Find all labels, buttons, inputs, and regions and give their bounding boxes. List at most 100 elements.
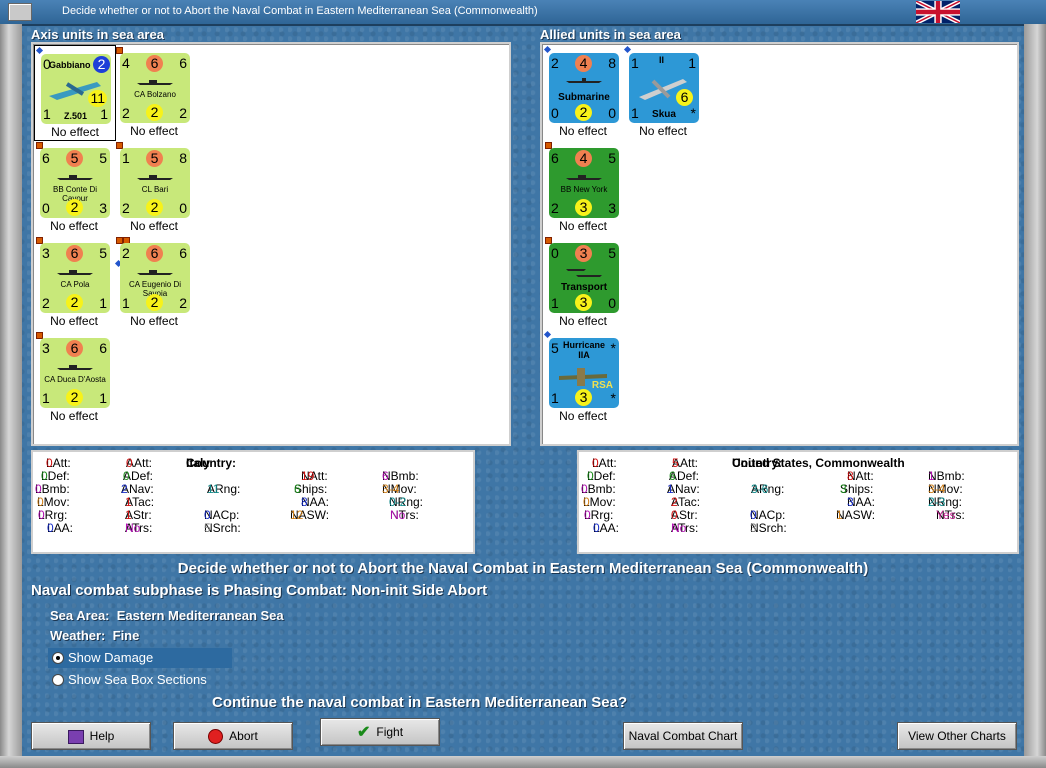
unit-cl-bari[interactable]: 1 5 8 CL Bari 2 2 0 No effect bbox=[114, 140, 194, 234]
unit-gabbiano[interactable]: 0 Gabbiano 2 11 1 Z.501 1 No effect bbox=[34, 45, 116, 141]
counter-top-right: 6 bbox=[99, 340, 107, 356]
unit-counter: 2 4 8 Submarine 0 2 0 bbox=[549, 53, 619, 123]
unit-effect: No effect bbox=[130, 314, 178, 328]
counter-bottom-center: 2 bbox=[146, 294, 163, 311]
unit-ca-pola[interactable]: 3 6 5 CA Pola 2 2 1 No effect bbox=[34, 235, 114, 329]
unit-hurricane-iia[interactable]: 5 Hurricane IIA * RSA 1 3 * No effect bbox=[543, 330, 623, 424]
window-frame-right bbox=[1024, 24, 1046, 768]
unit-ca-eugenio-di-savoia[interactable]: 2 6 6 CA Eugenio Di Savoia 1 2 2 No effe… bbox=[114, 235, 194, 329]
abort-button[interactable]: Abort bbox=[173, 722, 293, 750]
unit-name: Hurricane IIA bbox=[562, 340, 606, 360]
unit-counter: 4 6 6 CA Bolzano 2 2 2 bbox=[120, 53, 190, 123]
unit-counter: 6 5 5 BB Conte Di Cavour 0 2 3 bbox=[40, 148, 110, 218]
counter-bottom-center: 2 bbox=[66, 389, 83, 406]
counter-bottom-right: 2 bbox=[179, 105, 187, 121]
unit-skua[interactable]: 1 II 1 6 1 Skua * No effect bbox=[623, 45, 703, 139]
unit-counter: 1 II 1 6 1 Skua * bbox=[629, 53, 699, 123]
counter-top-right: 8 bbox=[608, 55, 616, 71]
window-frame-bottom bbox=[0, 756, 1046, 768]
allied-units-heading: Allied units in sea area bbox=[540, 27, 681, 42]
checkmark-icon: ✔ bbox=[356, 723, 371, 741]
counter-bottom-left: 1 bbox=[551, 390, 559, 406]
counter-top-right: 6 bbox=[179, 55, 187, 71]
unit-name: CL Bari bbox=[141, 185, 169, 194]
unit-marker-icon bbox=[35, 46, 44, 55]
counter-class: II bbox=[659, 55, 665, 65]
view-other-charts-button[interactable]: View Other Charts bbox=[897, 722, 1017, 750]
union-jack-flag-icon bbox=[916, 1, 960, 23]
counter-top-center: 5 bbox=[66, 150, 83, 167]
unit-ca-bolzano[interactable]: 4 6 6 CA Bolzano 2 2 2 No effect bbox=[114, 45, 194, 139]
counter-bottom-right: 1 bbox=[99, 295, 107, 311]
counter-top-left: 0 bbox=[551, 245, 559, 261]
unit-name: CA Pola bbox=[60, 280, 90, 289]
unit-type: Z.501 bbox=[64, 111, 88, 121]
help-button[interactable]: Help bbox=[31, 722, 151, 750]
system-menu-button[interactable] bbox=[8, 3, 32, 21]
counter-bottom-left: 0 bbox=[551, 105, 559, 121]
ship-silhouette-icon bbox=[57, 270, 93, 275]
counter-bottom-right: 2 bbox=[179, 295, 187, 311]
help-book-icon bbox=[67, 729, 84, 744]
unit-counter: 1 5 8 CL Bari 2 2 0 bbox=[120, 148, 190, 218]
unit-transport[interactable]: 0 3 5 Transport 1 3 0 No effect bbox=[543, 235, 623, 329]
counter-bottom-center: 2 bbox=[146, 199, 163, 216]
counter-top-right: 5 bbox=[608, 150, 616, 166]
counter-top-right: 5 bbox=[608, 245, 616, 261]
unit-ca-duca-daosta[interactable]: 3 6 6 CA Duca D'Aosta 1 2 1 No effect bbox=[34, 330, 114, 424]
unit-name: Skua bbox=[652, 109, 676, 120]
main-message: Decide whether or not to Abort the Naval… bbox=[177, 560, 869, 577]
fight-button[interactable]: ✔ Fight bbox=[320, 718, 440, 746]
counter-bottom-left: 2 bbox=[122, 200, 130, 216]
counter-top-center: 5 bbox=[146, 150, 163, 167]
counter-top-right: 6 bbox=[179, 245, 187, 261]
unit-name: CA Duca D'Aosta bbox=[44, 375, 106, 384]
unit-counter: 6 4 5 BB New York 2 3 3 bbox=[549, 148, 619, 218]
counter-top-center: 4 bbox=[575, 150, 592, 167]
show-sea-box-label: Show Sea Box Sections bbox=[68, 672, 207, 687]
counter-bottom-left: 0 bbox=[42, 200, 50, 216]
show-damage-option[interactable]: Show Damage bbox=[48, 648, 232, 668]
unit-counter: 0 3 5 Transport 1 3 0 bbox=[549, 243, 619, 313]
unit-counter: 0 Gabbiano 2 11 1 Z.501 1 bbox=[41, 54, 111, 124]
unit-submarine[interactable]: 2 4 8 Submarine 0 2 0 No effect bbox=[543, 45, 623, 139]
counter-top-center: 6 bbox=[146, 55, 163, 72]
counter-top-left: 2 bbox=[551, 55, 559, 71]
counter-bottom-center: 3 bbox=[575, 389, 592, 406]
radio-unselected-icon[interactable] bbox=[52, 674, 64, 686]
unit-bb-conte-di-cavour[interactable]: 6 5 5 BB Conte Di Cavour 0 2 3 No effect bbox=[34, 140, 114, 234]
counter-top-center: 3 bbox=[575, 245, 592, 262]
counter-bottom-right: 1 bbox=[100, 106, 108, 122]
counter-bottom-right: * bbox=[690, 105, 696, 121]
unit-effect: No effect bbox=[50, 409, 98, 423]
unit-name: Transport bbox=[560, 282, 608, 293]
title-bar: Decide whether or not to Abort the Naval… bbox=[0, 0, 1046, 26]
counter-bottom-right: 3 bbox=[99, 200, 107, 216]
unit-counter: 5 Hurricane IIA * RSA 1 3 * bbox=[549, 338, 619, 408]
transport-ships-icon bbox=[566, 269, 602, 277]
counter-bottom-left: 1 bbox=[551, 295, 559, 311]
counter-bottom-left: 1 bbox=[42, 390, 50, 406]
unit-bb-new-york[interactable]: 6 4 5 BB New York 2 3 3 No effect bbox=[543, 140, 623, 234]
counter-top-center: 6 bbox=[66, 245, 83, 262]
unit-counter: 2 6 6 CA Eugenio Di Savoia 1 2 2 bbox=[120, 243, 190, 313]
counter-bottom-right: * bbox=[610, 390, 616, 406]
counter-bottom-right: 1 bbox=[99, 390, 107, 406]
counter-bottom-center: 3 bbox=[575, 199, 592, 216]
subphase-message: Naval combat subphase is Phasing Combat:… bbox=[31, 582, 488, 599]
show-sea-box-option[interactable]: Show Sea Box Sections bbox=[48, 670, 232, 690]
counter-top-left: 5 bbox=[551, 340, 559, 356]
continue-question: Continue the naval combat in Eastern Med… bbox=[212, 694, 628, 711]
unit-effect: No effect bbox=[50, 219, 98, 233]
axis-units-panel: 0 Gabbiano 2 11 1 Z.501 1 No effect 4 6 … bbox=[31, 42, 511, 446]
submarine-silhouette-icon bbox=[566, 78, 602, 83]
ship-silhouette-icon bbox=[57, 365, 93, 370]
sea-area-info: Sea Area: Eastern Mediterranean Sea bbox=[50, 608, 284, 623]
naval-combat-chart-button[interactable]: Naval Combat Chart bbox=[623, 722, 743, 750]
unit-effect: No effect bbox=[130, 124, 178, 138]
unit-marker-icon bbox=[543, 330, 552, 339]
radio-selected-icon[interactable] bbox=[52, 652, 64, 664]
counter-bottom-right: 3 bbox=[608, 200, 616, 216]
counter-bottom-left: 2 bbox=[42, 295, 50, 311]
axis-stats-panel: LAtt: 0 AAtt: 0 Country: Italy LDef: 0 A… bbox=[31, 450, 475, 554]
